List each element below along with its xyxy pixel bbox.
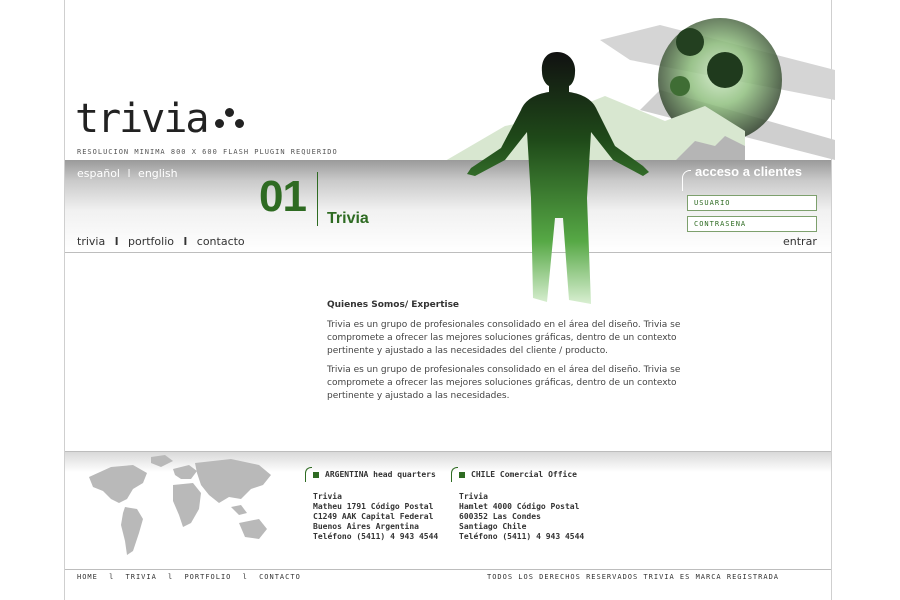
office-header: CHILE Comercial Office <box>459 470 584 480</box>
office-argentina: ARGENTINA head quarters Trivia Matheu 17… <box>305 467 439 542</box>
main-content: Quienes Somos/ Expertise Trivia es un gr… <box>327 300 687 409</box>
office-header: ARGENTINA head quarters <box>313 470 438 480</box>
content-paragraph: Trivia es un grupo de profesionales cons… <box>327 320 681 356</box>
footer-contacto[interactable]: CONTACTO <box>259 573 301 581</box>
office-chile: CHILE Comercial Office Trivia Hamlet 400… <box>451 467 585 542</box>
content-paragraph: Trivia es un grupo de profesionales cons… <box>327 365 681 401</box>
office-line: Teléfono (5411) 4 943 4544 <box>313 532 439 541</box>
logo-dots-icon <box>215 108 245 134</box>
copyright-text: TODOS LOS DERECHOS RESERVADOS TRIVIA ES … <box>487 573 780 581</box>
page-frame: trivia RESOLUCION MINIMA 800 X 600 FLASH… <box>64 0 835 600</box>
square-bullet-icon <box>313 472 319 478</box>
login-button[interactable]: entrar <box>783 235 817 248</box>
clients-hook-icon <box>682 170 691 191</box>
office-line: Trivia <box>459 492 488 501</box>
office-title: CHILE Comercial Office <box>471 470 577 479</box>
lang-english[interactable]: english <box>138 167 178 180</box>
footer-separator: l <box>242 573 248 581</box>
nav-contacto[interactable]: contacto <box>197 235 245 248</box>
office-line: Teléfono (5411) 4 943 4544 <box>459 532 585 541</box>
footer-nav: HOME l TRIVIA l PORTFOLIO l CONTACTO <box>77 573 301 581</box>
content-heading: Quienes Somos/ Expertise <box>327 300 460 310</box>
lang-separator: l <box>127 167 131 180</box>
footer-trivia[interactable]: TRIVIA <box>126 573 157 581</box>
language-switcher: español l english <box>77 167 178 180</box>
office-line: Hamlet 4000 Código Postal <box>459 502 580 511</box>
office-title: ARGENTINA head quarters <box>325 470 436 479</box>
lang-espanol[interactable]: español <box>77 167 120 180</box>
office-hook-icon <box>305 467 312 482</box>
office-line: Santiago Chile <box>459 522 527 531</box>
nav-separator: l <box>114 235 119 248</box>
footer-separator: l <box>109 573 115 581</box>
section-divider <box>317 172 318 226</box>
office-line: Buenos Aires Argentina <box>313 522 419 531</box>
nav-trivia[interactable]: trivia <box>77 235 105 248</box>
office-line: C1249 AAK Capital Federal <box>313 512 434 521</box>
password-input[interactable] <box>687 216 817 232</box>
header-divider <box>65 252 831 253</box>
nav-portfolio[interactable]: portfolio <box>128 235 174 248</box>
footer-separator: l <box>168 573 174 581</box>
section-number: 01 <box>259 172 307 221</box>
world-map <box>89 455 271 555</box>
office-line: 600352 Las Condes <box>459 512 541 521</box>
footer-home[interactable]: HOME <box>77 573 98 581</box>
square-bullet-icon <box>459 472 465 478</box>
main-nav: trivia l portfolio l contacto <box>77 235 245 248</box>
section-title: Trivia <box>327 210 369 227</box>
office-line: Trivia <box>313 492 342 501</box>
clients-title: acceso a clientes <box>695 164 802 179</box>
office-hook-icon <box>451 467 458 482</box>
nav-separator: l <box>183 235 188 248</box>
person-silhouette <box>467 52 649 304</box>
tagline: RESOLUCION MINIMA 800 X 600 FLASH PLUGIN… <box>77 148 338 156</box>
logo[interactable]: trivia <box>75 96 209 142</box>
footer-portfolio[interactable]: PORTFOLIO <box>184 573 231 581</box>
username-input[interactable] <box>687 195 817 211</box>
office-line: Matheu 1791 Código Postal <box>313 502 434 511</box>
bottom-divider <box>65 569 831 570</box>
